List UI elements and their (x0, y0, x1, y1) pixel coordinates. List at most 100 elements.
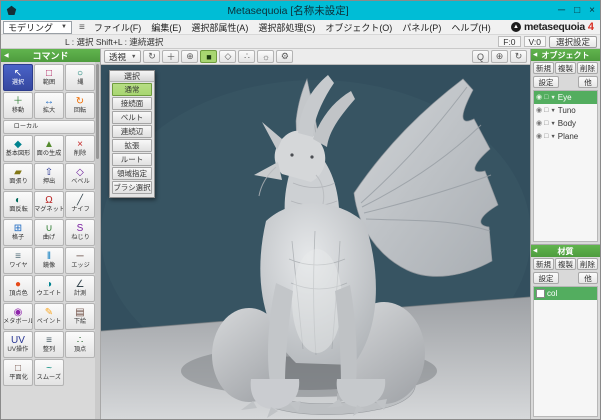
tool-button[interactable]: ↖ 選択 (3, 64, 33, 91)
select-mode-button[interactable]: 領域指定 (112, 167, 152, 180)
tool-button[interactable]: ✎ ペイント (34, 303, 64, 330)
collapse-arrow-icon[interactable]: ◀ (533, 248, 537, 254)
select-mode-button[interactable]: 拡張 (112, 139, 152, 152)
menu-item[interactable]: オブジェクト(O) (320, 21, 397, 34)
orbit-view-icon[interactable]: ↻ (143, 50, 161, 63)
scrollbar-thumb[interactable] (96, 64, 99, 159)
material-action-button[interactable]: 新規 (533, 258, 554, 270)
collapse-arrow-icon[interactable]: ◀ (533, 52, 537, 58)
object-action-button[interactable]: 削除 (577, 62, 598, 74)
magnify-icon[interactable]: Q (472, 50, 489, 63)
tool-button[interactable]: ↻ 回転 (65, 92, 95, 119)
tool-button[interactable]: ◇ ベベル (65, 163, 95, 190)
object-list-item[interactable]: ◉ □ ▼ Body (534, 117, 597, 130)
select-mode-button[interactable]: 連続辺 (112, 125, 152, 138)
reset-view-icon[interactable]: ↻ (510, 50, 527, 63)
material-settings-button[interactable]: 設定 (533, 272, 559, 284)
select-mode-button[interactable]: ブラシ選択 (112, 181, 152, 194)
tool-button[interactable]: × 削除 (65, 135, 95, 162)
material-list-item[interactable]: col (534, 287, 597, 300)
tool-button[interactable]: ▤ 下絵 (65, 303, 95, 330)
pan-view-icon[interactable]: ＋ (162, 50, 180, 63)
object-list-item[interactable]: ◉ □ ▼ Plane (534, 130, 597, 143)
tool-button[interactable]: S ねじり (65, 219, 95, 246)
tool-button[interactable]: ~ スムーズ (34, 359, 64, 386)
tool-button[interactable]: ▲ 面の生成 (34, 135, 64, 162)
zoom-view-icon[interactable]: ⊕ (181, 50, 199, 63)
shading-mode-icon[interactable]: ■ (200, 50, 218, 63)
tool-button[interactable]: ∪ 曲げ (34, 219, 64, 246)
vertex-display-icon[interactable]: ∴ (238, 50, 256, 63)
visibility-eye-icon[interactable]: ◉ (536, 107, 542, 115)
titlebar[interactable]: Metasequoia [名称未設定] ─ □ × (1, 1, 600, 20)
command-panel-header[interactable]: ◀ コマンド (1, 49, 100, 62)
tool-button[interactable]: □ 範囲 (34, 64, 64, 91)
wireframe-mode-icon[interactable]: ◇ (219, 50, 237, 63)
projection-dropdown[interactable]: 透視 ▼ (104, 50, 142, 63)
mode-select-dropdown[interactable]: モデリング ▼ (3, 20, 72, 34)
visibility-eye-icon[interactable]: ◉ (536, 94, 542, 102)
menu-item[interactable]: 選択部属性(A) (186, 21, 253, 34)
tool-button[interactable]: ⊞ 格子 (3, 219, 33, 246)
tool-button[interactable]: ◑ ウエイト (34, 275, 64, 302)
menu-item[interactable]: 選択部処理(S) (253, 21, 320, 34)
object-list-item[interactable]: ◉ □ ▼ Eye (534, 91, 597, 104)
tool-button[interactable]: ↔ 拡大 (34, 92, 64, 119)
material-panel-header[interactable]: ◀ 材質 (531, 245, 600, 257)
object-panel-header[interactable]: ◀ オブジェクト (531, 49, 600, 61)
tool-button[interactable]: ╱ ナイフ (65, 191, 95, 218)
tool-button[interactable]: ローカル (3, 120, 95, 134)
material-other-button[interactable]: 他 (578, 272, 598, 284)
tool-button[interactable]: ≡ ワイヤ (3, 247, 33, 274)
object-action-button[interactable]: 新規 (533, 62, 554, 74)
hamburger-menu-icon[interactable]: ≡ (75, 22, 89, 33)
command-scrollbar[interactable] (95, 62, 100, 419)
tool-button[interactable]: ● 頂点色 (3, 275, 33, 302)
expand-caret-icon[interactable]: ▼ (550, 121, 555, 127)
menu-item[interactable]: パネル(P) (397, 21, 446, 34)
object-settings-button[interactable]: 設定 (533, 76, 559, 88)
lock-icon[interactable]: □ (544, 94, 548, 102)
visibility-eye-icon[interactable]: ◉ (536, 133, 542, 141)
expand-caret-icon[interactable]: ▼ (550, 134, 555, 140)
settings-gear-icon[interactable]: ⚙ (276, 50, 294, 63)
menu-item[interactable]: ファイル(F) (89, 21, 147, 34)
tool-button[interactable]: UV UV操作 (3, 331, 33, 358)
object-list-item[interactable]: ◉ □ ▼ Tuno (534, 104, 597, 117)
tool-button[interactable]: ○ 縄 (65, 64, 95, 91)
tool-button[interactable]: □ 平面化 (3, 359, 33, 386)
tool-button[interactable]: ◉ メタボール (3, 303, 33, 330)
select-mode-button[interactable]: ルート (112, 153, 152, 166)
light-icon[interactable]: ☼ (257, 50, 275, 63)
expand-caret-icon[interactable]: ▼ (550, 108, 555, 114)
menu-item[interactable]: ヘルプ(H) (446, 21, 496, 34)
object-action-button[interactable]: 複製 (555, 62, 576, 74)
fit-view-icon[interactable]: ⊕ (491, 50, 508, 63)
expand-caret-icon[interactable]: ▼ (550, 95, 555, 101)
material-action-button[interactable]: 削除 (577, 258, 598, 270)
tool-button[interactable]: ◆ 基本図形 (3, 135, 33, 162)
menu-item[interactable]: 編集(E) (146, 21, 186, 34)
select-mode-button[interactable]: 通常 (112, 83, 152, 96)
maximize-icon[interactable]: □ (574, 5, 580, 16)
collapse-arrow-icon[interactable]: ◀ (4, 52, 9, 59)
object-other-button[interactable]: 他 (578, 76, 598, 88)
visibility-eye-icon[interactable]: ◉ (536, 120, 542, 128)
tool-button[interactable]: Ω マグネット (34, 191, 64, 218)
select-mode-button[interactable]: ベルト (112, 111, 152, 124)
close-icon[interactable]: × (589, 5, 595, 16)
tool-button[interactable]: ≡ 整列 (34, 331, 64, 358)
tool-button[interactable]: ∠ 計測 (65, 275, 95, 302)
minimize-icon[interactable]: ─ (558, 5, 565, 16)
tool-button[interactable]: ─ エッジ (65, 247, 95, 274)
select-mode-button[interactable]: 接続面 (112, 97, 152, 110)
select-settings-button[interactable]: 選択設定 (548, 35, 597, 48)
tool-button[interactable]: ◐ 面反転 (3, 191, 33, 218)
tool-button[interactable]: ⇧ 押出 (34, 163, 64, 190)
tool-button[interactable]: ‖ 鏡像 (34, 247, 64, 274)
viewport-canvas[interactable]: 選択 通常 接続面 ベルト 連続辺 拡張 ルート 領域指定 ブラシ選択 (101, 65, 530, 419)
material-action-button[interactable]: 複製 (555, 258, 576, 270)
tool-button[interactable]: ∴ 頂点 (65, 331, 95, 358)
lock-icon[interactable]: □ (544, 120, 548, 128)
tool-button[interactable]: ▰ 面張り (3, 163, 33, 190)
